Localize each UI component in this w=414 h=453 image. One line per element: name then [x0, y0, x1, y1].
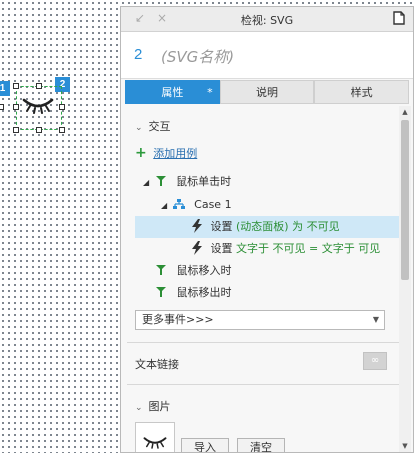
case-1-label: Case 1 [194, 198, 232, 211]
image-preview[interactable] [135, 422, 175, 452]
tab-notes[interactable]: 说明 [219, 80, 315, 104]
interaction-flag-icon [156, 265, 166, 275]
panel-tabs: 属性 * 说明 样式 [125, 80, 410, 104]
image-section-label: 图片 [148, 400, 171, 413]
case-1[interactable]: ◢ Case 1 [161, 194, 399, 216]
document-icon[interactable] [393, 11, 405, 25]
add-case-label: 添加用例 [153, 147, 198, 160]
resize-handle[interactable] [0, 104, 4, 110]
tab-properties-label: 属性 [161, 86, 184, 99]
action-prefix: 设置 [210, 220, 233, 233]
panel-scrollbar[interactable]: ▲ ▼ [399, 106, 411, 452]
widget-name-bar: 2 (SVG名称) [121, 32, 413, 79]
action-set-text[interactable]: 设置 文字于 不可见 = 文字于 可见 [121, 238, 399, 260]
event-mouse-leave-label: 鼠标移出时 [176, 286, 232, 299]
event-mouse-enter[interactable]: 鼠标移入时 [155, 260, 399, 282]
panel-titlebar: ↙ × 检视: SVG [121, 7, 413, 32]
resize-handle[interactable] [59, 104, 65, 110]
divider [127, 384, 399, 385]
resize-handle[interactable] [59, 127, 65, 133]
widget-badge-1: 1 [0, 81, 10, 96]
clear-button[interactable]: 清空 [237, 438, 285, 452]
widget-index: 2 [134, 46, 143, 63]
chevron-down-icon: ⌄ [135, 403, 143, 413]
widget-name-input[interactable]: (SVG名称) [161, 46, 234, 67]
import-button[interactable]: 导入 [181, 438, 229, 452]
tab-modified-marker: * [207, 86, 213, 99]
event-on-click[interactable]: ◢ 鼠标单击时 [143, 171, 399, 193]
action-set-panel-hidden[interactable]: 设置 (动态面板) 为 不可见 [135, 216, 399, 238]
case-tree-icon [172, 199, 185, 209]
interaction-section-label: 交互 [148, 120, 171, 133]
scroll-thumb[interactable] [401, 120, 409, 280]
resize-handle[interactable] [36, 83, 42, 89]
lightning-icon [192, 219, 202, 233]
action-prefix: 设置 [210, 242, 233, 255]
divider [127, 342, 399, 343]
closed-eye-icon[interactable] [22, 96, 54, 114]
interaction-flag-icon [156, 287, 166, 297]
more-events-label: 更多事件>>> [142, 313, 214, 326]
link-icon[interactable]: ∞ [363, 352, 387, 370]
scroll-down-icon[interactable]: ▼ [399, 442, 411, 450]
scroll-up-icon[interactable]: ▲ [399, 108, 411, 116]
image-section-header[interactable]: ⌄ 图片 [135, 398, 171, 414]
tab-style-label: 样式 [350, 86, 373, 99]
event-on-click-label: 鼠标单击时 [176, 175, 232, 188]
design-canvas[interactable]: 1 2 [0, 0, 120, 453]
inspector-panel: ↙ × 检视: SVG 2 (SVG名称) 属性 * 说明 样式 ⌄ 交互 + … [120, 6, 414, 453]
properties-content: ⌄ 交互 + 添加用例 ◢ 鼠标单击时 ◢ Case 1 设置 (动态面板) 为… [121, 106, 399, 452]
closed-eye-icon [143, 437, 167, 449]
resize-handle[interactable] [36, 127, 42, 133]
text-link-label: 文本链接 [135, 358, 179, 371]
resize-handle[interactable] [13, 104, 19, 110]
add-case-link[interactable]: + 添加用例 [135, 142, 399, 164]
expand-triangle-icon: ◢ [143, 178, 150, 187]
expand-triangle-icon: ◢ [161, 201, 168, 210]
more-events-dropdown[interactable]: 更多事件>>> ▼ [135, 310, 385, 330]
resize-handle[interactable] [13, 127, 19, 133]
event-mouse-enter-label: 鼠标移入时 [176, 264, 232, 277]
interaction-section-header[interactable]: ⌄ 交互 [135, 118, 171, 134]
action-detail: (动态面板) 为 不可见 [236, 220, 340, 233]
add-icon: + [135, 145, 147, 161]
action-detail: 文字于 不可见 = 文字于 可见 [236, 242, 381, 255]
dropdown-arrow-icon: ▼ [372, 315, 379, 324]
chevron-down-icon: ⌄ [135, 123, 143, 133]
interaction-flag-icon [155, 176, 166, 186]
panel-title: 检视: SVG [240, 14, 294, 27]
event-mouse-leave[interactable]: 鼠标移出时 [155, 282, 399, 304]
tab-style[interactable]: 样式 [314, 80, 410, 104]
tab-properties[interactable]: 属性 * [125, 80, 220, 104]
tab-notes-label: 说明 [256, 86, 278, 99]
resize-handle[interactable] [13, 83, 19, 89]
lightning-icon [192, 241, 202, 255]
